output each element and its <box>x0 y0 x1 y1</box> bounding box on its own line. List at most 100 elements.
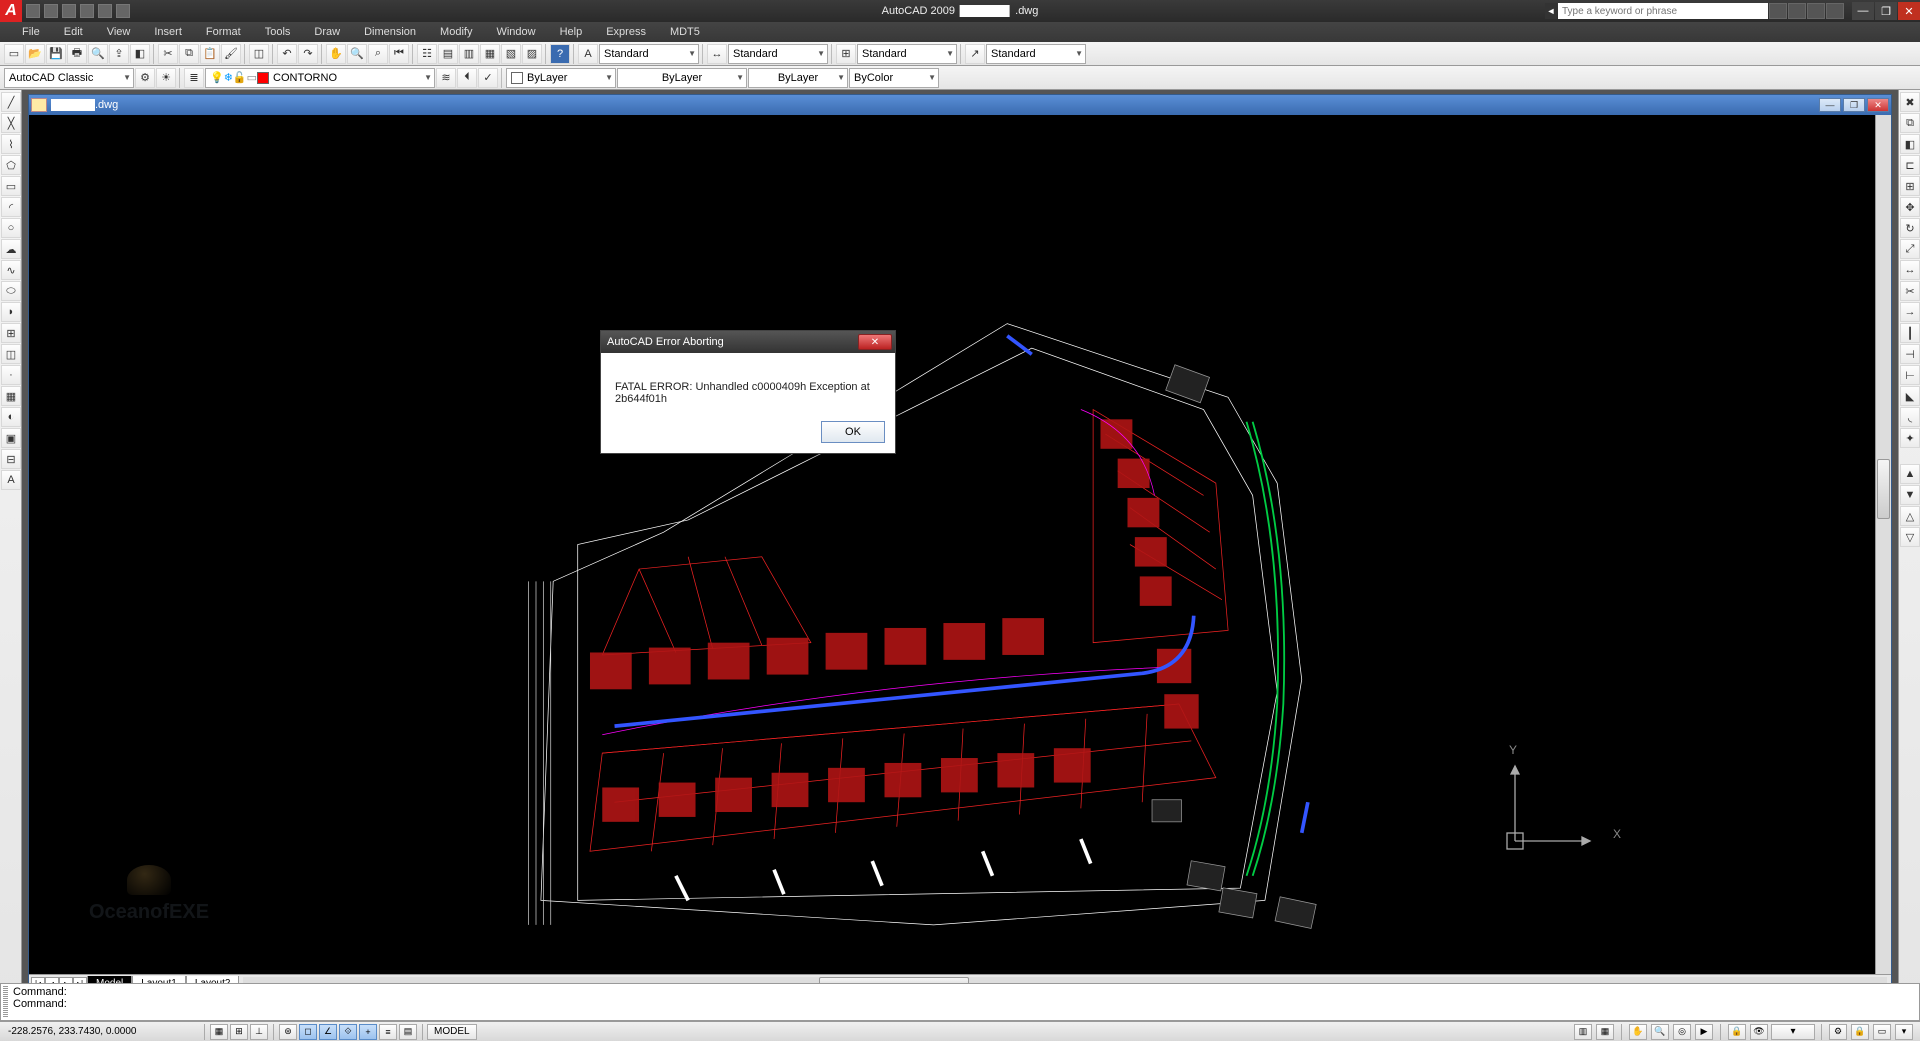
menu-dimension[interactable]: Dimension <box>352 22 428 42</box>
otrack-toggle[interactable]: ∠ <box>319 1024 337 1040</box>
linetype-combo[interactable]: ByLayer▼ <box>617 68 747 88</box>
new-icon[interactable]: ▭ <box>4 44 24 64</box>
minimize-button[interactable]: — <box>1852 2 1874 20</box>
error-dialog-titlebar[interactable]: AutoCAD Error Aborting ✕ <box>601 331 895 353</box>
revision-cloud-icon[interactable]: ☁ <box>1 239 21 259</box>
menu-window[interactable]: Window <box>484 22 547 42</box>
arc-icon[interactable]: ◜ <box>1 197 21 217</box>
menu-file[interactable]: File <box>10 22 52 42</box>
menu-help[interactable]: Help <box>548 22 595 42</box>
error-dialog-close-icon[interactable]: ✕ <box>858 334 892 350</box>
tablestyle-icon[interactable]: ⊞ <box>836 44 856 64</box>
document-titlebar[interactable]: .dwg — ❐ ✕ <box>29 95 1891 115</box>
plotstyle-combo[interactable]: ByColor▼ <box>849 68 939 88</box>
workspace-settings-icon[interactable]: ⚙ <box>135 68 155 88</box>
rectangle-icon[interactable]: ▭ <box>1 176 21 196</box>
error-ok-button[interactable]: OK <box>821 421 885 443</box>
command-window[interactable]: Command: Command: <box>0 983 1920 1021</box>
rotate-icon[interactable]: ↻ <box>1900 218 1920 238</box>
coordinates-readout[interactable]: -228.2576, 233.7430, 0.0000 <box>0 1026 200 1037</box>
toolbar-lock-icon[interactable]: 🔒 <box>1851 1024 1869 1040</box>
zoom-realtime-icon[interactable]: 🔍 <box>347 44 367 64</box>
array-icon[interactable]: ⊞ <box>1900 176 1920 196</box>
stretch-icon[interactable]: ↔ <box>1900 260 1920 280</box>
doc-minimize-button[interactable]: — <box>1819 98 1841 112</box>
menu-draw[interactable]: Draw <box>302 22 352 42</box>
lwt-toggle[interactable]: ≡ <box>379 1024 397 1040</box>
command-input-line[interactable]: Command: <box>13 998 1907 1010</box>
qat-redo-icon[interactable] <box>116 4 130 18</box>
snap-toggle[interactable]: ▦ <box>210 1024 228 1040</box>
restore-button[interactable]: ❐ <box>1875 2 1897 20</box>
3ddwf-icon[interactable]: ◧ <box>130 44 150 64</box>
plot-icon[interactable]: 🖶 <box>67 44 87 64</box>
gradient-icon[interactable]: ◐ <box>1 407 21 427</box>
quickcalc-icon[interactable]: ▨ <box>522 44 542 64</box>
point-icon[interactable]: · <box>1 365 21 385</box>
draworder-above-icon[interactable]: △ <box>1900 506 1920 526</box>
block-editor-icon[interactable]: ◫ <box>249 44 269 64</box>
qat-undo-icon[interactable] <box>98 4 112 18</box>
erase-icon[interactable]: ✖ <box>1900 92 1920 112</box>
annotation-visibility-icon[interactable]: 👁 <box>1750 1024 1768 1040</box>
menu-view[interactable]: View <box>95 22 143 42</box>
break-icon[interactable]: ⊣ <box>1900 344 1920 364</box>
dyn-toggle[interactable]: + <box>359 1024 377 1040</box>
mtext-icon[interactable]: A <box>1 470 21 490</box>
annotation-scale-combo[interactable]: ▾ <box>1771 1024 1815 1040</box>
menu-format[interactable]: Format <box>194 22 253 42</box>
zoom-previous-icon[interactable]: ⏮ <box>389 44 409 64</box>
infocenter-search-icon[interactable] <box>1769 3 1787 19</box>
markup-icon[interactable]: ▧ <box>501 44 521 64</box>
polygon-icon[interactable]: ⬠ <box>1 155 21 175</box>
close-button[interactable]: ✕ <box>1898 2 1920 20</box>
cmdwin-grip-icon[interactable] <box>3 986 8 1018</box>
drawing-canvas[interactable]: X Y OceanofEXE <box>29 115 1875 974</box>
qat-new-icon[interactable] <box>26 4 40 18</box>
polar-toggle[interactable]: ⊛ <box>279 1024 297 1040</box>
break-at-point-icon[interactable]: ┃ <box>1900 323 1920 343</box>
menu-edit[interactable]: Edit <box>52 22 95 42</box>
menu-mdt5[interactable]: MDT5 <box>658 22 712 42</box>
spline-icon[interactable]: ∿ <box>1 260 21 280</box>
mleaderstyle-combo[interactable]: Standard▼ <box>986 44 1086 64</box>
dimstyle-combo[interactable]: Standard▼ <box>728 44 828 64</box>
doc-close-button[interactable]: ✕ <box>1867 98 1889 112</box>
info-left-arrow-icon[interactable]: ◄ <box>1545 3 1557 19</box>
publish-icon[interactable]: ⇪ <box>109 44 129 64</box>
make-block-icon[interactable]: ◫ <box>1 344 21 364</box>
fillet-icon[interactable]: ◟ <box>1900 407 1920 427</box>
copy-obj-icon[interactable]: ⧉ <box>1900 113 1920 133</box>
line-icon[interactable]: ╱ <box>1 92 21 112</box>
sheet-set-icon[interactable]: ▦ <box>480 44 500 64</box>
grid-toggle[interactable]: ⊞ <box>230 1024 248 1040</box>
help-search-field[interactable] <box>1558 3 1768 19</box>
save-icon[interactable]: 💾 <box>46 44 66 64</box>
ortho-toggle[interactable]: ⊥ <box>250 1024 268 1040</box>
layer-combo[interactable]: 💡❄🔓▭ CONTORNO▼ <box>205 68 435 88</box>
draworder-back-icon[interactable]: ▼ <box>1900 485 1920 505</box>
match-prop-icon[interactable]: 🖌 <box>221 44 241 64</box>
draworder-front-icon[interactable]: ▲ <box>1900 464 1920 484</box>
annotation-scale-icon[interactable]: 🔒 <box>1728 1024 1746 1040</box>
tool-palettes-icon[interactable]: ▥ <box>459 44 479 64</box>
pan-icon[interactable]: ✋ <box>326 44 346 64</box>
insert-block-icon[interactable]: ⊞ <box>1 323 21 343</box>
chamfer-icon[interactable]: ◣ <box>1900 386 1920 406</box>
help-icon[interactable]: ? <box>550 44 570 64</box>
textstyle-combo[interactable]: Standard▼ <box>599 44 699 64</box>
design-center-icon[interactable]: ▤ <box>438 44 458 64</box>
infocenter-comm-icon[interactable] <box>1788 3 1806 19</box>
workspace-save-icon[interactable]: ☀ <box>156 68 176 88</box>
dimstyle-icon[interactable]: ↔ <box>707 44 727 64</box>
menu-insert[interactable]: Insert <box>142 22 194 42</box>
undo-icon[interactable]: ↶ <box>277 44 297 64</box>
trim-icon[interactable]: ✂ <box>1900 281 1920 301</box>
lineweight-combo[interactable]: ByLayer▼ <box>748 68 848 88</box>
qat-print-icon[interactable] <box>80 4 94 18</box>
mleaderstyle-icon[interactable]: ↗ <box>965 44 985 64</box>
help-search-input[interactable] <box>1558 3 1768 19</box>
properties-icon[interactable]: ☷ <box>417 44 437 64</box>
steering-wheel-icon[interactable]: ◎ <box>1673 1024 1691 1040</box>
extend-icon[interactable]: → <box>1900 302 1920 322</box>
